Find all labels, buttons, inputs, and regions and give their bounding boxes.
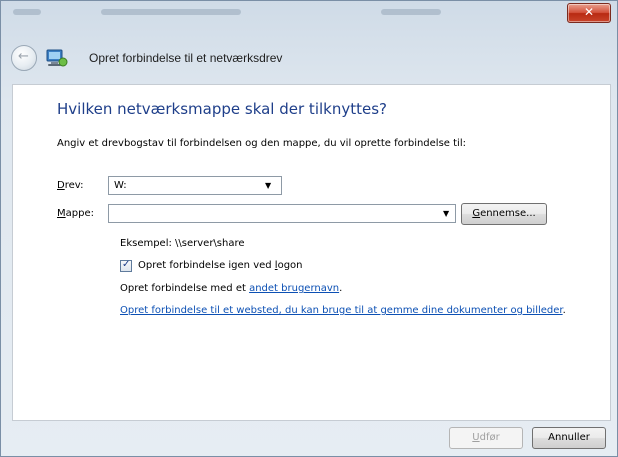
content-panel: Hvilken netværksmappe skal der tilknytte… [12,84,611,421]
reconnect-label[interactable]: Opret forbindelse igen ved logon [138,260,303,271]
blurred-title-fragment [381,9,441,15]
blurred-title-fragment [13,9,41,15]
website-link[interactable]: Opret forbindelse til et websted, du kan… [120,305,563,316]
close-button[interactable]: ✕ [567,3,611,23]
finish-button[interactable]: Udfør [449,427,523,449]
network-drive-icon [46,49,68,67]
drive-select-value: W: [114,180,127,191]
browse-button[interactable]: Gennemse... [461,203,547,225]
folder-combobox[interactable]: ▼ [108,204,456,223]
cancel-button[interactable]: Annuller [532,427,606,449]
website-text: Opret forbindelse til et websted, du kan… [120,305,566,316]
navigation-row: ← Opret forbindelse til et netværksdrev [11,45,611,73]
example-text: Eksempel: \\server\share [120,238,245,249]
dropdown-arrow-icon: ▼ [265,181,272,190]
instruction-text: Angiv et drevbogstav til forbindelsen og… [57,138,466,149]
dropdown-arrow-icon: ▼ [443,209,450,218]
other-username-link[interactable]: andet brugernavn [249,283,339,294]
drive-select[interactable]: W: ▼ [108,176,282,195]
close-icon: ✕ [583,5,595,19]
folder-label: Mappe: [57,208,94,219]
dialog-title: Opret forbindelse til et netværksdrev [89,51,283,65]
back-arrow-icon: ← [18,49,29,64]
drive-label: Drev: [57,180,84,191]
dialog-window: ✕ ← Opret forbindelse til et netværksdre… [0,0,618,457]
title-bar[interactable]: ✕ [1,1,617,31]
blurred-title-fragment [101,9,241,15]
other-user-text: Opret forbindelse med et andet brugernav… [120,283,343,294]
checkmark-icon: ✓ [122,259,131,270]
page-heading: Hvilken netværksmappe skal der tilknytte… [57,100,387,118]
reconnect-checkbox[interactable]: ✓ [120,259,132,272]
back-button[interactable]: ← [11,45,37,71]
